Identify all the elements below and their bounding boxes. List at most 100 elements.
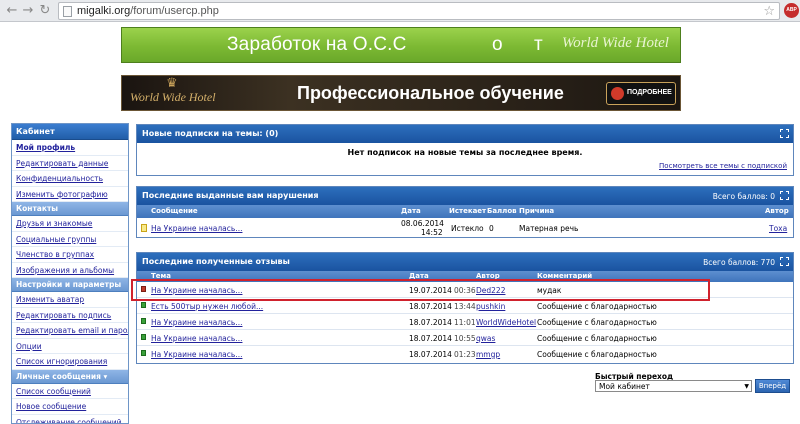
adblock-icon[interactable]: ABP <box>784 3 799 18</box>
quick-jump-selected: Мой кабинет <box>599 382 650 391</box>
reload-icon[interactable]: ↻ <box>37 3 53 19</box>
column-header: Сообщение <box>151 207 198 215</box>
dot-icon <box>611 87 624 100</box>
feedback-comment: Сообщение с благодарностью <box>537 334 657 343</box>
feedback-date: 18.07.2014 <box>409 318 452 327</box>
positive-feedback-icon <box>141 302 146 308</box>
infractions-column-headers: Сообщение Дата Истекает Баллов Причина А… <box>137 205 793 218</box>
address-bar[interactable]: migalki.org/forum/usercp.php ☆ <box>58 2 780 20</box>
ad-banner-dark[interactable]: ♛ World Wide Hotel Профессиональное обуч… <box>121 75 681 111</box>
banner-logo-text: World Wide Hotel <box>130 90 216 104</box>
column-header: Автор <box>765 207 789 215</box>
infraction-date: 08.06.2014 <box>401 219 444 228</box>
chevron-down-icon: ▼ <box>744 383 749 390</box>
column-header: Причина <box>519 207 555 215</box>
total-points: Всего баллов: 770 <box>703 258 775 267</box>
banner-text: Заработок на О.С.С <box>227 34 407 55</box>
column-header: Дата <box>401 207 421 215</box>
sidebar-item-options[interactable]: Опции <box>12 339 128 354</box>
collapse-icon[interactable] <box>780 257 789 266</box>
banner-more-button[interactable]: ПОДРОБНЕЕ <box>606 82 676 105</box>
feedback-date: 18.07.2014 <box>409 350 452 359</box>
quick-jump-go-button[interactable]: Вперёд <box>755 379 790 393</box>
page-icon <box>63 6 72 17</box>
feedback-topic-link[interactable]: На Украине началась... <box>151 318 242 327</box>
panel-title: Последние полученные отзывы <box>142 257 290 266</box>
back-icon[interactable]: ← <box>4 3 20 19</box>
feedback-date: 18.07.2014 <box>409 334 452 343</box>
sidebar-item-edit-details[interactable]: Редактировать данные <box>12 156 128 171</box>
highlight-box <box>131 279 710 301</box>
sidebar-item-edit-email-password[interactable]: Редактировать email и пароль <box>12 323 128 339</box>
sidebar-item-social-groups[interactable]: Социальные группы <box>12 232 128 247</box>
banner-more-label: ПОДРОБНЕЕ <box>627 89 672 96</box>
positive-feedback-icon <box>141 350 146 356</box>
feedback-author-link[interactable]: WorldWideHotel <box>476 318 536 327</box>
subscriptions-panel: Новые подписки на темы: (0) Нет подписок… <box>136 124 794 176</box>
sidebar-item-message-list[interactable]: Список сообщений <box>12 384 128 399</box>
feedback-author-link[interactable]: mmgp <box>476 350 500 359</box>
collapse-icon[interactable] <box>780 191 789 200</box>
feedback-time: 13:44 <box>454 302 476 311</box>
browser-toolbar: ← → ↻ migalki.org/forum/usercp.php ☆ ABP <box>0 0 800 22</box>
infraction-status-icon <box>141 224 147 232</box>
feedback-author-link[interactable]: qwas <box>476 334 495 343</box>
empty-message: Нет подписок на новые темы за последнее … <box>347 148 583 157</box>
sidebar-item-ignore-list[interactable]: Список игнорирования <box>12 354 128 370</box>
positive-feedback-icon <box>141 318 146 324</box>
feedback-time: 10:55 <box>454 334 476 343</box>
url-text: migalki.org/forum/usercp.php <box>77 5 219 17</box>
banner-logo-text: World Wide Hotel <box>562 35 669 51</box>
infraction-message-link[interactable]: На Украине началась... <box>151 224 242 233</box>
table-row: На Украине началась... 08.06.2014 14:52 … <box>137 218 793 238</box>
sidebar-item-change-avatar[interactable]: Изменить аватар <box>12 292 128 308</box>
crown-icon: ♛ <box>166 76 178 91</box>
column-header: Баллов <box>487 207 517 215</box>
table-row: На Украине началась... 18.07.2014 10:55 … <box>137 330 793 346</box>
sidebar-category-private-messages[interactable]: Личные сообщения ▾ <box>12 369 128 384</box>
panel-title: Новые подписки на темы: (0) <box>142 129 279 138</box>
feedback-comment: Сообщение с благодарностью <box>537 318 657 327</box>
panel-title: Последние выданные вам нарушения <box>142 191 319 200</box>
table-row: На Украине началась... 18.07.2014 01:23 … <box>137 346 793 362</box>
banner-text: т <box>534 34 543 55</box>
sidebar-item-albums[interactable]: Изображения и альбомы <box>12 263 128 278</box>
feedback-topic-link[interactable]: Есть 500тыр нужен любой... <box>151 302 263 311</box>
sidebar-item-group-membership[interactable]: Членство в группах <box>12 247 128 263</box>
sidebar-item-friends[interactable]: Друзья и знакомые <box>12 216 128 232</box>
forward-icon[interactable]: → <box>20 3 36 19</box>
sidebar-item-privacy[interactable]: Конфиденциальность <box>12 171 128 187</box>
infractions-header: Последние выданные вам нарушения Всего б… <box>137 187 793 205</box>
column-header: Истекает <box>449 207 487 215</box>
bookmark-star-icon[interactable]: ☆ <box>763 4 775 19</box>
positive-feedback-icon <box>141 334 146 340</box>
usercp-sidebar: Кабинет Мой профиль Редактировать данные… <box>11 123 129 424</box>
sidebar-category-settings: Настройки и параметры <box>12 278 128 292</box>
collapse-icon[interactable] <box>780 129 789 138</box>
subscriptions-header: Новые подписки на темы: (0) <box>137 125 793 143</box>
banner-text: Профессиональное обучение <box>297 83 564 103</box>
sidebar-category-contacts: Контакты <box>12 202 128 216</box>
sidebar-item-edit-signature[interactable]: Редактировать подпись <box>12 308 128 323</box>
feedback-panel: Последние полученные отзывы Всего баллов… <box>136 252 794 364</box>
feedback-topic-link[interactable]: На Украине началась... <box>151 350 242 359</box>
infraction-author-link[interactable]: Тоха <box>769 224 787 233</box>
sidebar-item-track-messages[interactable]: Отслеживание сообщений <box>12 415 128 424</box>
ad-banner-green[interactable]: Заработок на О.С.С о т World Wide Hotel <box>121 27 681 63</box>
infraction-points: 0 <box>489 224 494 233</box>
table-row: На Украине началась... 18.07.2014 11:01 … <box>137 314 793 330</box>
infraction-time: 14:52 <box>421 228 443 237</box>
view-all-subscriptions-link[interactable]: Посмотреть все темы с подпиской <box>659 162 787 170</box>
feedback-author-link[interactable]: pushkin <box>476 302 505 311</box>
sidebar-item-change-photo[interactable]: Изменить фотографию <box>12 187 128 202</box>
feedback-comment: Сообщение с благодарностью <box>537 302 657 311</box>
infractions-panel: Последние выданные вам нарушения Всего б… <box>136 186 794 238</box>
sidebar-title: Кабинет <box>12 124 128 140</box>
feedback-header: Последние полученные отзывы Всего баллов… <box>137 253 793 271</box>
sidebar-item-new-message[interactable]: Новое сообщение <box>12 399 128 415</box>
feedback-topic-link[interactable]: На Украине началась... <box>151 334 242 343</box>
total-points: Всего баллов: 0 <box>712 192 775 201</box>
quick-jump-select[interactable]: Мой кабинет ▼ <box>595 380 752 392</box>
sidebar-item-my-profile[interactable]: Мой профиль <box>12 140 128 156</box>
feedback-time: 11:01 <box>454 318 476 327</box>
